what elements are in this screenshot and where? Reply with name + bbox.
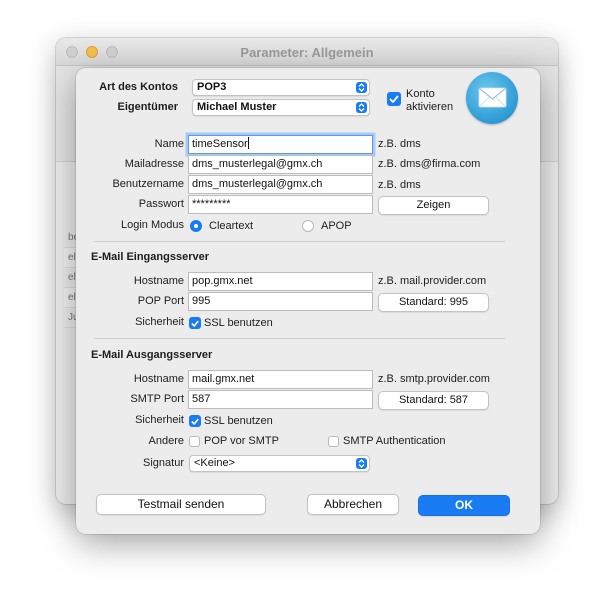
incoming-security-label: Sicherheit bbox=[135, 316, 184, 328]
login-apop-label: APOP bbox=[321, 220, 352, 232]
parent-titlebar: Parameter: Allgemein bbox=[56, 38, 558, 66]
text-caret bbox=[247, 137, 249, 149]
login-apop-radio[interactable] bbox=[302, 220, 314, 232]
pop-port-default-button[interactable]: Standard: 995 bbox=[378, 293, 489, 312]
mail-envelope-icon bbox=[466, 72, 518, 124]
mail-address-field[interactable]: dms_musterlegal@gmx.ch bbox=[188, 155, 373, 174]
show-password-button[interactable]: Zeigen bbox=[378, 196, 489, 215]
name-field[interactable]: timeSensor bbox=[188, 135, 373, 154]
username-label: Benutzername bbox=[112, 178, 184, 190]
outgoing-ssl-label: SSL benutzen bbox=[204, 415, 273, 427]
select-stepper-icon bbox=[356, 82, 367, 93]
outgoing-security-label: Sicherheit bbox=[135, 414, 184, 426]
pop-before-smtp-checkbox[interactable] bbox=[189, 436, 200, 447]
send-testmail-button[interactable]: Testmail senden bbox=[96, 494, 266, 515]
mail-address-hint: z.B. dms@firma.com bbox=[378, 158, 481, 170]
incoming-hostname-label: Hostname bbox=[133, 275, 184, 287]
separator bbox=[94, 241, 505, 242]
ok-button[interactable]: OK bbox=[418, 495, 510, 516]
separator bbox=[94, 338, 505, 339]
owner-label: Eigentümer bbox=[117, 101, 178, 113]
login-cleartext-radio[interactable] bbox=[190, 220, 202, 232]
pop-port-label: POP Port bbox=[137, 295, 184, 307]
incoming-hostname-hint: z.B. mail.provider.com bbox=[378, 275, 487, 287]
cancel-button[interactable]: Abbrechen bbox=[307, 494, 399, 515]
smtp-auth-checkbox[interactable] bbox=[328, 436, 339, 447]
activate-account-label: Konto aktivieren bbox=[406, 88, 454, 113]
account-type-value: POP3 bbox=[197, 81, 227, 93]
outgoing-hostname-label: Hostname bbox=[133, 373, 184, 385]
pop-before-smtp-label: POP vor SMTP bbox=[204, 435, 279, 447]
account-type-label: Art des Kontos bbox=[99, 81, 178, 93]
account-settings-sheet: Art des Kontos POP3 Eigentümer Michael M… bbox=[76, 68, 540, 534]
activate-account-checkbox[interactable] bbox=[387, 92, 401, 106]
outgoing-hostname-hint: z.B. smtp.provider.com bbox=[378, 373, 490, 385]
name-field-value: timeSensor bbox=[192, 138, 248, 150]
username-hint: z.B. dms bbox=[378, 179, 421, 191]
outgoing-server-title: E-Mail Ausgangsserver bbox=[91, 349, 213, 361]
smtp-port-field[interactable]: 587 bbox=[188, 390, 373, 409]
outgoing-hostname-field[interactable]: mail.gmx.net bbox=[188, 370, 373, 389]
login-cleartext-label: Cleartext bbox=[209, 220, 254, 232]
incoming-ssl-checkbox[interactable] bbox=[189, 317, 201, 329]
password-label: Passwort bbox=[138, 198, 184, 210]
mail-address-label: Mailadresse bbox=[124, 158, 184, 170]
smtp-port-label: SMTP Port bbox=[130, 393, 184, 405]
outgoing-ssl-checkbox[interactable] bbox=[189, 415, 201, 427]
signature-select[interactable]: <Keine> bbox=[189, 455, 370, 472]
signature-value: <Keine> bbox=[194, 457, 235, 469]
incoming-server-title: E-Mail Eingangsserver bbox=[91, 251, 209, 263]
smtp-port-default-button[interactable]: Standard: 587 bbox=[378, 391, 489, 410]
owner-select[interactable]: Michael Muster bbox=[192, 99, 370, 116]
account-type-select[interactable]: POP3 bbox=[192, 79, 370, 96]
other-options-label: Andere bbox=[148, 435, 184, 447]
owner-value: Michael Muster bbox=[197, 101, 277, 113]
incoming-hostname-field[interactable]: pop.gmx.net bbox=[188, 272, 373, 291]
select-stepper-icon bbox=[356, 458, 367, 469]
smtp-auth-label: SMTP Authentication bbox=[343, 435, 446, 447]
incoming-ssl-label: SSL benutzen bbox=[204, 317, 273, 329]
select-stepper-icon bbox=[356, 102, 367, 113]
username-field[interactable]: dms_musterlegal@gmx.ch bbox=[188, 175, 373, 194]
parent-window-title: Parameter: Allgemein bbox=[240, 45, 374, 60]
login-mode-label: Login Modus bbox=[121, 219, 184, 231]
name-label: Name bbox=[154, 138, 184, 150]
name-hint: z.B. dms bbox=[378, 138, 421, 150]
signature-label: Signatur bbox=[143, 457, 184, 469]
password-field[interactable]: ********* bbox=[188, 195, 373, 214]
pop-port-field[interactable]: 995 bbox=[188, 292, 373, 311]
